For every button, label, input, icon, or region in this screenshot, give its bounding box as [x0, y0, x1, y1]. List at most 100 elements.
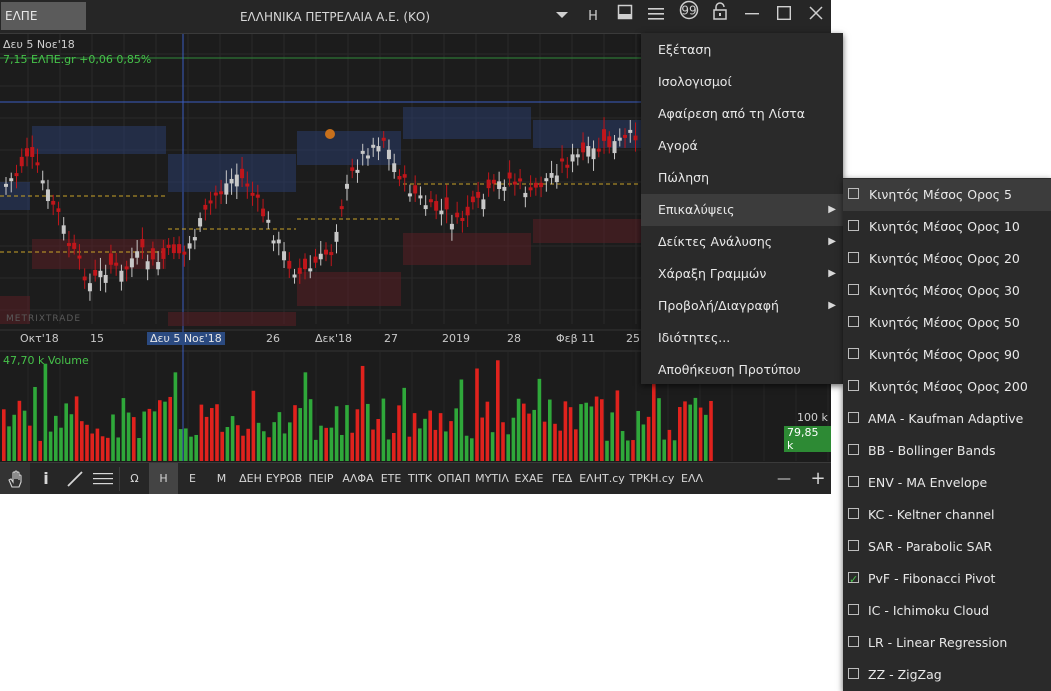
symbol-tab[interactable]: ΜΥΤΙΛ — [473, 463, 511, 494]
zoom-in-button[interactable]: + — [806, 463, 830, 494]
checkbox-icon[interactable] — [848, 348, 859, 359]
hand-tool-icon[interactable] — [0, 463, 30, 494]
candle — [308, 268, 313, 272]
checkbox-icon[interactable] — [848, 380, 859, 391]
checkbox-icon[interactable] — [848, 540, 859, 551]
overlay-item[interactable]: PvF - Fibonacci Pivot — [843, 563, 1051, 596]
checkbox-icon[interactable] — [848, 220, 859, 231]
overlay-item[interactable]: Κινητός Μέσος Ορος 5 — [843, 179, 1051, 211]
dropdown-icon[interactable] — [547, 0, 577, 33]
overlay-item[interactable]: BB - Bollinger Bands — [843, 435, 1051, 467]
symbol-input[interactable]: ΕΛΠΕ — [1, 2, 86, 30]
checkbox-icon[interactable] — [848, 252, 859, 263]
symbol-tab[interactable]: Ε — [178, 463, 207, 494]
menu-item[interactable]: Ιδιότητες... — [641, 322, 843, 354]
overlay-item[interactable]: Κινητός Μέσος Ορος 90 — [843, 339, 1051, 371]
symbol-tab[interactable]: ΕΥΡΩΒ — [265, 463, 303, 494]
symbol-tab[interactable]: ΤΙΤΚ — [405, 463, 435, 494]
symbol-tab[interactable]: ΕΧΑΕ — [511, 463, 547, 494]
candle — [61, 225, 66, 234]
checkbox-icon[interactable] — [848, 316, 859, 327]
symbol-tab[interactable]: ΑΛΦΑ — [339, 463, 377, 494]
candle — [313, 256, 318, 263]
candle — [560, 158, 565, 162]
overlay-item[interactable]: KC - Keltner channel — [843, 499, 1051, 531]
candle — [103, 274, 108, 283]
menu-item[interactable]: Εξέταση — [641, 34, 843, 66]
candle — [203, 204, 208, 210]
candle — [271, 240, 276, 244]
lock-open-icon[interactable] — [705, 0, 735, 33]
checkbox-icon[interactable] — [848, 188, 859, 199]
list-icon[interactable] — [90, 463, 116, 494]
menu-item[interactable]: Αφαίρεση από τη Λίστα — [641, 98, 843, 130]
overlay-item-label: Κινητός Μέσος Ορος 20 — [869, 251, 1020, 266]
menu-icon[interactable] — [641, 0, 671, 33]
overlay-item[interactable]: Κινητός Μέσος Ορος 10 — [843, 211, 1051, 243]
menu-item[interactable]: Αποθήκευση Προτύπου — [641, 354, 843, 386]
symbol-tab[interactable]: Η — [149, 463, 178, 494]
info-icon[interactable]: i — [33, 463, 59, 494]
symbol-tab[interactable]: ΕΛΗΤ.cy — [577, 463, 627, 494]
h-button[interactable]: H — [578, 0, 608, 33]
overlay-item[interactable]: ENV - MA Envelope — [843, 467, 1051, 499]
checkbox-checked-icon[interactable] — [848, 564, 859, 596]
overlay-item-label: Κινητός Μέσος Ορος 30 — [869, 283, 1020, 298]
overlay-item[interactable]: AMA - Kaufman Adaptive — [843, 403, 1051, 435]
candle — [581, 142, 586, 153]
candle — [240, 168, 245, 179]
volume-bar — [340, 434, 344, 461]
symbol-tab[interactable]: ΔΕΗ — [236, 463, 265, 494]
maximize-icon[interactable] — [769, 0, 799, 33]
symbol-tab[interactable]: Ω — [120, 463, 149, 494]
quote-icon[interactable]: 99 — [674, 0, 704, 33]
draw-line-icon[interactable] — [62, 463, 88, 494]
menu-item[interactable]: Προβολή/Διαγραφή ▶ — [641, 290, 843, 322]
volume-bar — [381, 398, 386, 461]
overlay-item[interactable]: SAR - Parabolic SAR — [843, 531, 1051, 563]
overlay-item[interactable]: ZZ - ZigZag — [843, 659, 1051, 691]
candle — [355, 169, 360, 173]
overlay-item[interactable]: Κινητός Μέσος Ορος 20 — [843, 243, 1051, 275]
overlay-item[interactable]: Κινητός Μέσος Ορος 200 — [843, 371, 1051, 403]
overlay-item[interactable]: Κινητός Μέσος Ορος 30 — [843, 275, 1051, 307]
volume-axis-label: 100 k — [797, 411, 828, 424]
symbol-tab[interactable]: ΕΤΕ — [377, 463, 405, 494]
symbol-tab[interactable]: Μ — [207, 463, 236, 494]
menu-item[interactable]: Αγορά — [641, 130, 843, 162]
checkbox-icon[interactable] — [848, 412, 859, 423]
volume-bar — [163, 401, 167, 461]
checkbox-icon[interactable] — [848, 508, 859, 519]
menu-item[interactable]: Πώληση — [641, 162, 843, 194]
close-icon[interactable] — [801, 0, 831, 33]
layout-icon[interactable] — [610, 0, 640, 33]
overlay-item[interactable]: IC - Ichimoku Cloud — [843, 595, 1051, 627]
zoom-out-button[interactable]: — — [772, 463, 796, 494]
checkbox-icon[interactable] — [848, 636, 859, 647]
symbol-tab[interactable]: ΕΛΛ — [677, 463, 707, 494]
checkbox-icon[interactable] — [848, 444, 859, 455]
symbol-tab[interactable]: ΠΕΙΡ — [303, 463, 339, 494]
volume-bar — [168, 396, 172, 461]
symbol-tab[interactable]: ΤΡΚΗ.cy — [627, 463, 677, 494]
volume-bar — [475, 368, 479, 461]
checkbox-icon[interactable] — [848, 604, 859, 615]
volume-bar — [272, 422, 276, 461]
menu-item[interactable]: Δείκτες Ανάλυσης ▶ — [641, 226, 843, 258]
checkbox-icon[interactable] — [848, 284, 859, 295]
menu-item[interactable]: Χάραξη Γραμμών ▶ — [641, 258, 843, 290]
symbol-tab[interactable]: ΟΠΑΠ — [435, 463, 473, 494]
menu-item[interactable]: Ισολογισμοί — [641, 66, 843, 98]
menu-item[interactable]: Επικαλύψεις ▶ — [641, 194, 843, 226]
candle — [161, 248, 166, 259]
candle — [156, 262, 161, 270]
overlay-item[interactable]: Κινητός Μέσος Ορος 50 — [843, 307, 1051, 339]
overlay-item[interactable]: LR - Linear Regression — [843, 627, 1051, 659]
checkbox-icon[interactable] — [848, 668, 859, 679]
volume-bar — [397, 405, 401, 461]
checkbox-icon[interactable] — [848, 476, 859, 487]
symbol-tab[interactable]: ΓΕΔ — [547, 463, 577, 494]
candle — [371, 144, 376, 148]
minimize-icon[interactable] — [737, 0, 767, 33]
volume-bar — [95, 428, 100, 461]
